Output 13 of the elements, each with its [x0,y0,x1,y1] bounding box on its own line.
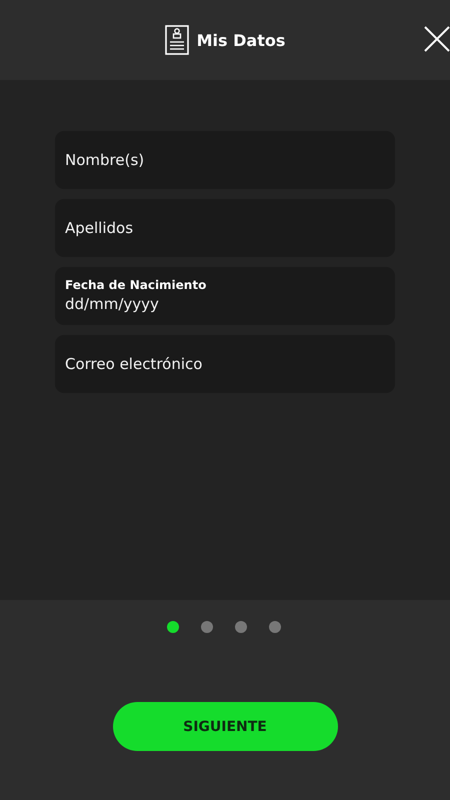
date-input[interactable]: dd/mm/yyyy [65,293,185,315]
page-dot[interactable] [201,621,213,633]
id-card-icon [164,25,189,55]
field-label: Fecha de Nacimiento [65,277,206,293]
page-dot[interactable] [167,621,179,633]
input-field[interactable]: Nombre(s) [55,131,395,189]
close-icon[interactable] [424,26,450,52]
input-field[interactable]: Apellidos [55,199,395,257]
page-dot[interactable] [235,621,247,633]
screen-title: Mis Datos [196,30,286,50]
next-button[interactable]: SIGUIENTE [112,702,338,751]
page-dot[interactable] [269,621,281,633]
input-field[interactable]: Correo electrónico [55,335,395,393]
